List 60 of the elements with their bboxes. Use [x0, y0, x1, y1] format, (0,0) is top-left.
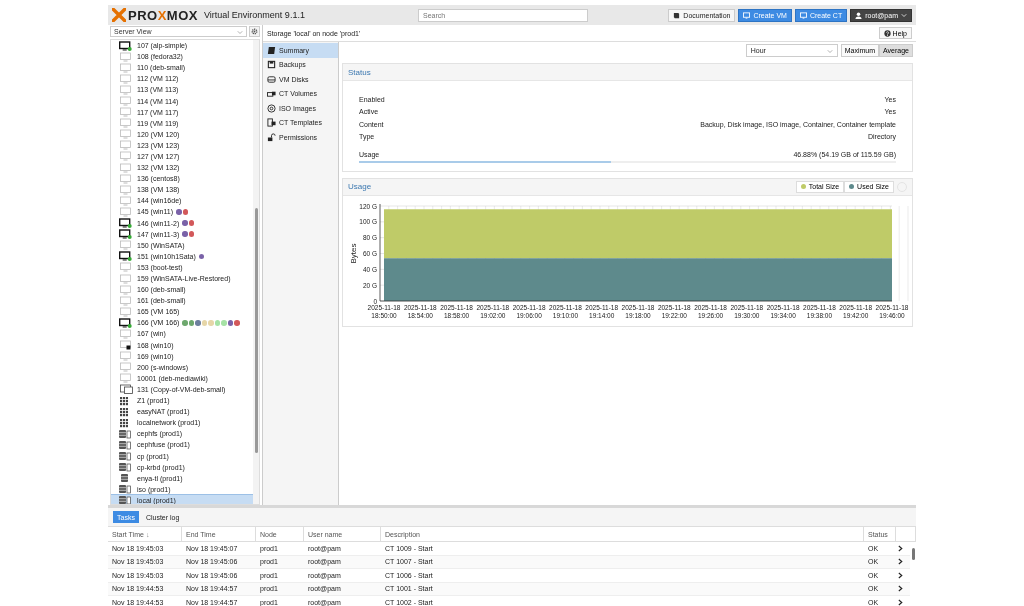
monitor-icon: [119, 140, 131, 151]
storage-icon: [119, 495, 131, 504]
logo-icon: [112, 8, 126, 22]
monitor-icon: [119, 373, 131, 384]
monitor-icon: [119, 151, 131, 162]
scrollbar[interactable]: [253, 40, 259, 504]
monitor-icon: [119, 195, 131, 206]
monitor-icon: [119, 240, 131, 251]
monitor-icon: [119, 118, 131, 129]
monitor-icon: [119, 329, 131, 339]
storage-icon: [119, 439, 131, 450]
monitor-icon: [119, 284, 131, 295]
file-icon: [267, 118, 276, 128]
monitor-icon: [119, 262, 131, 273]
grid-icon: [120, 395, 129, 406]
floppy-icon: [267, 60, 276, 70]
monitor-icon: [119, 340, 131, 351]
product-logo: PROXMOX: [128, 7, 198, 23]
monitor-icon: [119, 295, 131, 306]
monitor-icon: [119, 62, 131, 73]
monitor-icon: [119, 107, 131, 118]
ctvol-icon: [267, 89, 276, 99]
grid-icon: [120, 406, 129, 417]
monitor-icon: [119, 51, 131, 62]
storage-icon: [119, 428, 131, 439]
monitor-icon: [799, 11, 807, 19]
monitor-icon: [119, 73, 131, 84]
monitor-icon: [119, 173, 131, 184]
caret-icon: [237, 28, 243, 35]
product-version: Virtual Environment 9.1.1: [204, 10, 305, 20]
monitor-icon: [119, 184, 131, 195]
monitor-icon: [119, 229, 133, 240]
monitor-icon: [119, 362, 131, 373]
monitor-icon: [119, 40, 133, 51]
user-icon: [855, 11, 863, 19]
caret-icon: [901, 12, 907, 18]
monitor-icon: [119, 84, 131, 95]
caret-icon: [826, 47, 833, 54]
settings-button[interactable]: [249, 26, 260, 37]
monitor-icon: [119, 162, 131, 173]
help-icon: [883, 29, 891, 37]
monitor-icon: [119, 206, 131, 217]
monitor-icon: [119, 96, 131, 106]
settings-icon: [251, 28, 258, 35]
cd-icon: [267, 103, 276, 113]
monitor-icon: [119, 306, 131, 317]
axis-title: Bytes: [349, 243, 358, 263]
template-icon: [119, 384, 133, 395]
monitor-icon: [119, 218, 133, 229]
panel-title: Status: [348, 67, 371, 77]
monitor-icon: [119, 129, 131, 140]
monitor-icon: [119, 317, 133, 328]
monitor-icon: [119, 273, 131, 284]
storage-icon: [119, 451, 131, 461]
monitor-icon: [119, 351, 131, 362]
lock-icon: [267, 132, 276, 142]
monitor-icon: [743, 11, 751, 19]
grid-icon: [120, 417, 129, 428]
monitor-icon: [119, 251, 133, 262]
panel-title: Usage: [348, 182, 372, 191]
